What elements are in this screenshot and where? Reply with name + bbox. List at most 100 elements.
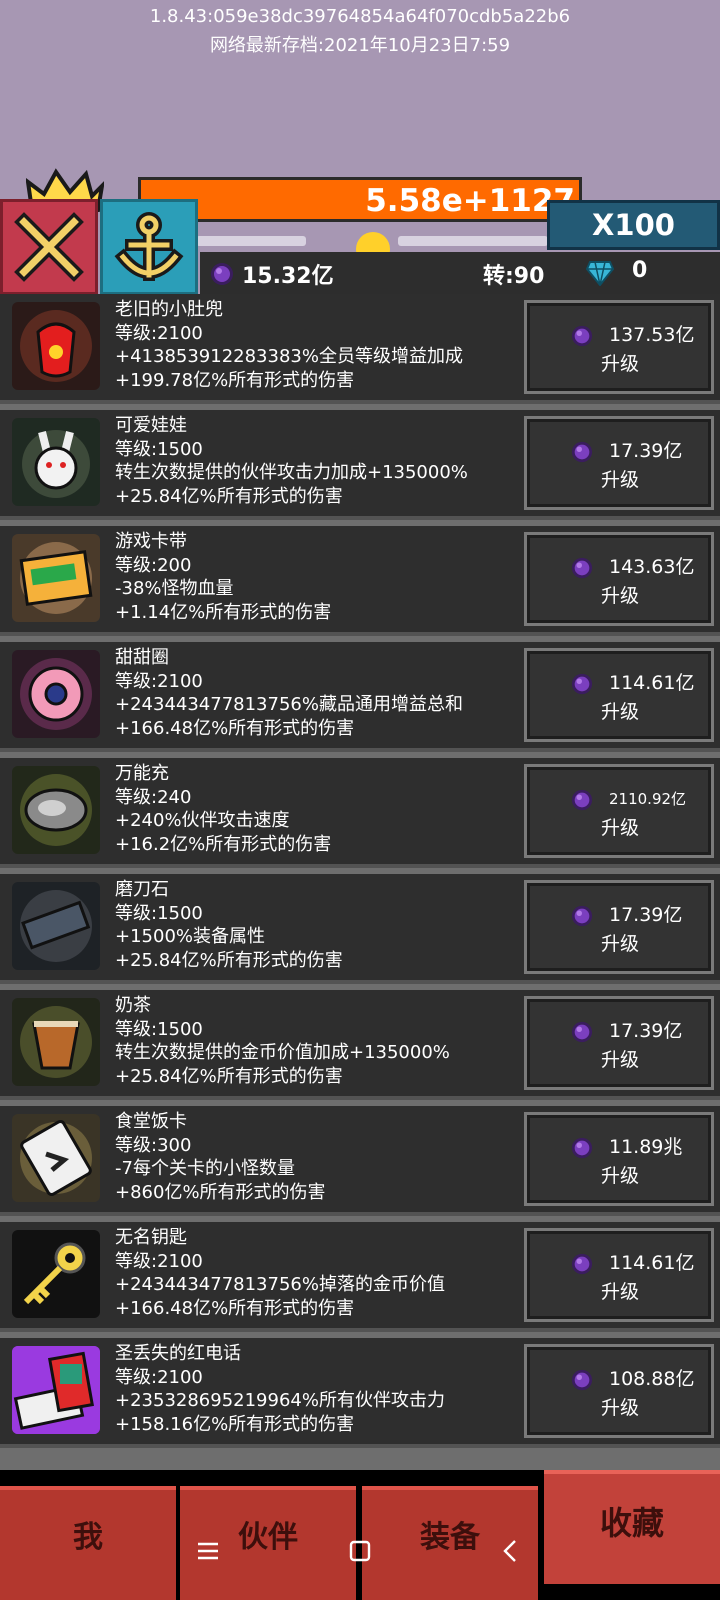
item-level: 等级:2100: [115, 670, 203, 692]
upgrade-button[interactable]: 17.39亿 升级: [524, 416, 714, 510]
upgrade-button[interactable]: 137.53亿 升级: [524, 300, 714, 394]
anchor-button[interactable]: [100, 199, 198, 295]
upgrade-cost: 17.39亿: [609, 1020, 683, 1042]
list-item: 磨刀石 等级:1500 +1500%装备属性 +25.84亿%所有形式的伤害 1…: [0, 874, 720, 984]
upgrade-button[interactable]: 17.39亿 升级: [524, 880, 714, 974]
item-level: 等级:2100: [115, 322, 203, 344]
list-item: 游戏卡带 等级:200 -38%怪物血量 +1.14亿%所有形式的伤害 143.…: [0, 526, 720, 636]
menu-icon: [198, 1542, 218, 1560]
save-time-text: 网络最新存档:2021年10月23日7:59: [209, 35, 511, 56]
item-name: 可爱娃娃: [115, 415, 187, 436]
list-item: 无名钥匙 等级:2100 +243443477813756%掉落的金币价值 +1…: [0, 1222, 720, 1332]
meal-card-icon: [12, 1114, 100, 1202]
boss-hp-value: 5.58e+1127: [365, 183, 575, 219]
anchor-icon: [114, 212, 184, 281]
item-effect: +1500%装备属性: [115, 926, 265, 947]
item-text: 老旧的小肚兜 等级:2100 +413853912283383%全员等级增益加成…: [115, 298, 463, 392]
version-text: 1.8.43:059e38dc39764854a64f070cdb5a22b6: [149, 6, 571, 27]
list-item: 食堂饭卡 等级:300 -7每个关卡的小怪数量 +860亿%所有形式的伤害 11…: [0, 1106, 720, 1216]
list-item: 甜甜圈 等级:2100 +243443477813756%藏品通用增益总和 +1…: [0, 642, 720, 752]
purple-orb-icon: [571, 1137, 593, 1159]
coin-icon: [356, 232, 390, 252]
upgrade-label: 升级: [601, 701, 640, 723]
item-text: 奶茶 等级:1500 转生次数提供的金币价值加成+135000% +25.84亿…: [115, 994, 450, 1088]
item-damage: +1.14亿%所有形式的伤害: [115, 601, 332, 623]
upgrade-cost: 114.61亿: [609, 1252, 695, 1274]
upgrade-cost: 2110.92亿: [609, 790, 687, 808]
upgrade-label: 升级: [601, 1281, 640, 1303]
item-text: 无名钥匙 等级:2100 +243443477813756%掉落的金币价值 +1…: [115, 1226, 445, 1320]
item-text: 圣丢失的红电话 等级:2100 +235328695219964%所有伙伴攻击力…: [115, 1342, 445, 1436]
item-damage: +166.48亿%所有形式的伤害: [115, 717, 355, 739]
purple-orb-icon: [211, 263, 233, 285]
item-name: 万能充: [115, 763, 169, 784]
upgrade-label: 升级: [601, 817, 640, 839]
upgrade-button[interactable]: 108.88亿 升级: [524, 1344, 714, 1438]
purple-orb-icon: [571, 1369, 593, 1391]
upgrade-button[interactable]: 11.89兆 升级: [524, 1112, 714, 1206]
item-damage: +25.84亿%所有形式的伤害: [115, 949, 343, 971]
item-damage: +25.84亿%所有形式的伤害: [115, 485, 343, 507]
list-item: 可爱娃娃 等级:1500 转生次数提供的伙伴攻击力加成+135000% +25.…: [0, 410, 720, 520]
resource-bar: 15.32亿 转:90 0: [200, 252, 720, 296]
purple-orb-icon: [571, 1253, 593, 1275]
upgrade-cost: 143.63亿: [609, 556, 695, 578]
item-level: 等级:200: [115, 554, 192, 576]
upgrade-button[interactable]: 2110.92亿 升级: [524, 764, 714, 858]
item-effect: +240%伙伴攻击速度: [115, 810, 290, 831]
milk-tea-icon: [12, 998, 100, 1086]
item-name: 圣丢失的红电话: [115, 1343, 241, 1364]
item-damage: +860亿%所有形式的伤害: [115, 1181, 326, 1203]
orb-count: 15.32亿: [242, 264, 334, 289]
purple-orb-icon: [571, 789, 593, 811]
item-damage: +158.16亿%所有形式的伤害: [115, 1413, 355, 1435]
item-name: 甜甜圈: [115, 647, 169, 668]
item-effect: 转生次数提供的伙伴攻击力加成+135000%: [115, 462, 468, 483]
close-button[interactable]: [0, 199, 98, 295]
obscured-stat: [196, 236, 306, 246]
key-icon: [12, 1230, 100, 1318]
item-effect: +243443477813756%掉落的金币价值: [115, 1274, 445, 1295]
upgrade-cost: 17.39亿: [609, 904, 683, 926]
charger-icon: [12, 766, 100, 854]
item-damage: +16.2亿%所有形式的伤害: [115, 833, 332, 855]
item-effect: -38%怪物血量: [115, 578, 234, 599]
item-level: 等级:2100: [115, 1366, 203, 1388]
upgrade-cost: 114.61亿: [609, 672, 695, 694]
boss-hp-bar: 5.58e+1127: [138, 177, 582, 222]
multiplier-button[interactable]: X100: [547, 200, 720, 250]
collection-list[interactable]: 老旧的小肚兜 等级:2100 +413853912283383%全员等级增益加成…: [0, 294, 720, 1470]
purple-orb-icon: [571, 441, 593, 463]
donut-icon: [12, 650, 100, 738]
item-level: 等级:1500: [115, 1018, 203, 1040]
home-button[interactable]: [338, 1528, 382, 1574]
home-icon: [349, 1540, 371, 1562]
back-button[interactable]: [488, 1528, 532, 1574]
list-item: 万能充 等级:240 +240%伙伴攻击速度 +16.2亿%所有形式的伤害 21…: [0, 758, 720, 868]
top-panel: 1.8.43:059e38dc39764854a64f070cdb5a22b6 …: [0, 0, 720, 296]
list-item: 圣丢失的红电话 等级:2100 +235328695219964%所有伙伴攻击力…: [0, 1338, 720, 1448]
upgrade-label: 升级: [601, 1165, 640, 1187]
item-name: 磨刀石: [115, 879, 169, 900]
obscured-stat: [398, 236, 548, 246]
upgrade-label: 升级: [601, 469, 640, 491]
item-text: 食堂饭卡 等级:300 -7每个关卡的小怪数量 +860亿%所有形式的伤害: [115, 1110, 326, 1204]
item-text: 磨刀石 等级:1500 +1500%装备属性 +25.84亿%所有形式的伤害: [115, 878, 343, 972]
upgrade-button[interactable]: 17.39亿 升级: [524, 996, 714, 1090]
item-name: 奶茶: [115, 995, 151, 1016]
back-icon: [503, 1540, 516, 1562]
item-name: 食堂饭卡: [115, 1111, 187, 1132]
menu-button[interactable]: [186, 1528, 230, 1574]
upgrade-button[interactable]: 114.61亿 升级: [524, 648, 714, 742]
gem-count: 0: [632, 258, 648, 283]
upgrade-button[interactable]: 143.63亿 升级: [524, 532, 714, 626]
upgrade-cost: 17.39亿: [609, 440, 683, 462]
upgrade-button[interactable]: 114.61亿 升级: [524, 1228, 714, 1322]
game-cartridge-icon: [12, 534, 100, 622]
apron-icon: [12, 302, 100, 390]
purple-orb-icon: [571, 905, 593, 927]
item-name: 游戏卡带: [115, 531, 187, 552]
item-level: 等级:300: [115, 1134, 192, 1156]
item-effect: -7每个关卡的小怪数量: [115, 1158, 295, 1179]
item-effect: +413853912283383%全员等级增益加成: [115, 346, 463, 367]
